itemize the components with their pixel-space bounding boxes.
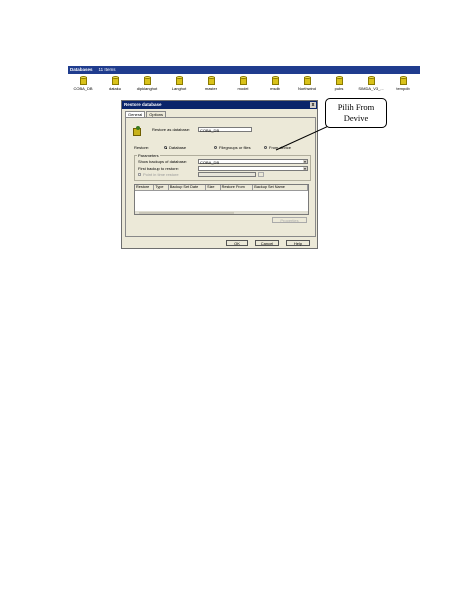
dialog-titlebar: Restore database x [122,101,317,109]
radio-from-device[interactable] [264,146,267,149]
database-label: SIMDA_V3_... [358,86,384,91]
column-type[interactable]: Type [154,185,169,190]
radio-database[interactable] [164,146,167,149]
database-item-pubs[interactable]: pubs [324,76,354,91]
database-icon [271,76,279,86]
database-icon [303,76,311,86]
callout-line-2: Devive [343,113,369,123]
point-in-time-checkbox[interactable] [138,173,141,176]
radio-filegroups-label: Filegroups or files [219,145,251,150]
restore-label: Restore: [134,145,150,150]
backup-sets-table: Restore Type Backup Set Date Size Restor… [134,184,309,215]
database-list: COBA_DB dataku dipklanghot Langhot maste… [68,74,420,94]
database-icon [239,76,247,86]
database-label: Northwind [297,86,316,91]
databases-count: 11 Items [98,67,116,72]
database-item-msdb[interactable]: msdb [260,76,290,91]
show-backups-label: Show backups of database: [138,159,188,164]
parameters-group: Parameters Show backups of database: COB… [134,153,311,181]
database-label: dipklanghot [136,86,158,91]
chevron-down-icon: ▼ [303,167,307,171]
database-item-dipklanghot[interactable]: dipklanghot [132,76,162,91]
restore-as-label: Restore as database: [152,127,191,132]
point-in-time-input [198,172,256,177]
parameters-legend: Parameters [137,153,160,158]
properties-button[interactable]: Properties [272,217,307,223]
database-label: pubs [334,86,344,91]
restore-database-dialog: Restore database x General Options Resto… [121,100,318,249]
database-item-model[interactable]: model [228,76,258,91]
chevron-down-icon: ▼ [303,160,307,164]
help-button[interactable]: Help [286,240,310,246]
database-label: Langhot [171,86,187,91]
database-label: COBA_DB [73,86,93,91]
callout-line-1: Pilih From [337,102,375,112]
database-label: dataku [108,86,121,91]
database-item-simda[interactable]: SIMDA_V3_... [356,76,386,91]
database-label: master [204,86,218,91]
close-icon[interactable]: x [310,102,316,108]
restore-database-icon [133,126,141,136]
database-icon [79,76,87,86]
database-label: model [237,86,249,91]
databases-title: Databases [70,67,93,72]
database-item-langhot[interactable]: Langhot [164,76,194,91]
column-backup-set-name[interactable]: Backup Set Name [253,185,308,190]
general-panel: Restore as database: COBA_DB Restore: Da… [125,117,316,237]
database-icon [111,76,119,86]
database-item-dataku[interactable]: dataku [100,76,130,91]
radio-filegroups[interactable] [214,146,217,149]
databases-title-bar: Databases 11 Items [68,66,420,74]
radio-database-label: Database [169,145,187,150]
database-icon [175,76,183,86]
dialog-title: Restore database [124,102,162,107]
column-backup-set-date[interactable]: Backup Set Date [168,185,207,190]
ok-button[interactable]: OK [226,240,248,246]
show-backups-select[interactable]: COBA_DB ▼ [198,159,308,165]
table-header: Restore Type Backup Set Date Size Restor… [135,185,308,191]
database-item-master[interactable]: master [196,76,226,91]
point-in-time-browse-button[interactable]: ... [258,172,264,178]
radio-from-device-label: From device [269,145,292,150]
database-item-northwind[interactable]: Northwind [292,76,322,91]
column-size[interactable]: Size [206,185,221,190]
database-icon [207,76,215,86]
database-label: msdb [270,86,280,91]
first-backup-label: First backup to restore: [138,166,179,171]
show-backups-value: COBA_DB [200,160,220,165]
first-backup-select[interactable]: ▼ [198,166,308,171]
database-item-coba-db[interactable]: COBA_DB [68,76,98,91]
callout-note: Pilih From Devive [325,98,387,128]
database-icon [143,76,151,86]
restore-as-input[interactable]: COBA_DB [198,127,252,133]
column-restore[interactable]: Restore [135,185,155,190]
point-in-time-label: Point in time restore [143,172,179,177]
database-icon [367,76,375,86]
cancel-button[interactable]: Cancel [255,240,279,246]
database-label: tempdb [396,86,410,91]
database-icon [335,76,343,86]
horizontal-scrollbar[interactable] [135,211,308,214]
database-icon [399,76,407,86]
column-restore-from[interactable]: Restore From [220,185,254,190]
database-item-tempdb[interactable]: tempdb [388,76,418,91]
